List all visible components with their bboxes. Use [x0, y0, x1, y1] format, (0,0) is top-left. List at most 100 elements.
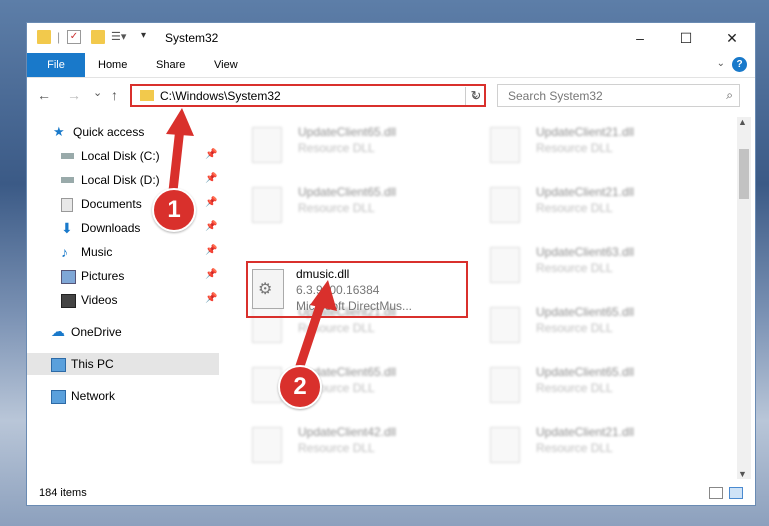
sidebar-item-label: This PC	[71, 357, 114, 371]
file-list: UpdateClient65.dll Resource DLL UpdateCl…	[221, 115, 737, 483]
sidebar-item-label: Videos	[81, 293, 118, 307]
pin-icon[interactable]: 📌	[205, 269, 217, 280]
pin-icon[interactable]: 📌	[205, 149, 217, 160]
file-description: Resource DLL	[536, 321, 613, 335]
sidebar-item-label: Quick access	[73, 125, 145, 139]
list-item[interactable]: UpdateClient65.dll Resource DLL	[246, 121, 466, 169]
list-item[interactable]: UpdateClient21.dll Resource DLL	[484, 421, 704, 469]
folder-icon	[140, 90, 154, 101]
dll-file-icon	[252, 427, 282, 463]
file-description: Resource DLL	[536, 441, 613, 455]
gear-icon: ⚙	[258, 281, 273, 298]
forward-button[interactable]: →	[67, 87, 81, 103]
documents-icon	[61, 198, 73, 212]
dll-file-icon	[252, 187, 282, 223]
list-item[interactable]: UpdateClient21.dll Resource DLL	[484, 181, 704, 229]
sidebar-item-label: Network	[71, 389, 116, 403]
new-folder-icon[interactable]	[91, 30, 105, 44]
tab-share[interactable]: Share	[147, 53, 194, 77]
list-item[interactable]: UpdateClient21.dll Resource DLL	[484, 121, 704, 169]
dll-file-icon	[490, 187, 520, 223]
sidebar-item-label: Pictures	[81, 269, 125, 283]
sidebar-item-label: Downloads	[81, 221, 141, 235]
search-icon: ⌕	[726, 88, 733, 102]
up-button[interactable]: ↑	[111, 87, 118, 103]
pin-icon[interactable]: 📌	[205, 221, 217, 232]
ribbon-expand-icon[interactable]: ⌄	[717, 58, 725, 69]
minimize-button[interactable]: –	[617, 23, 663, 53]
folder-icon	[37, 30, 51, 44]
file-name: UpdateClient42.dll	[298, 425, 397, 439]
back-button[interactable]: ←	[37, 87, 51, 103]
address-bar[interactable]: C:\Windows\System32 ⌄	[130, 84, 486, 107]
search-input[interactable]: Search System32 ⌕	[497, 84, 740, 107]
file-description: Microsoft DirectMus...	[296, 299, 413, 313]
downloads-icon: ⬇	[61, 220, 73, 236]
sidebar-item-label: Documents	[81, 197, 142, 211]
title-bar: | ✓ ☰▾ ▾ System32 – ☐ ✕	[27, 23, 755, 53]
music-icon: ♪	[61, 244, 68, 260]
sidebar-item-label: Local Disk (D:)	[81, 173, 160, 187]
close-button[interactable]: ✕	[709, 23, 755, 53]
file-description: Resource DLL	[536, 201, 613, 215]
list-item[interactable]: UpdateClient65.dll Resource DLL	[246, 181, 466, 229]
tab-file[interactable]: File	[27, 53, 85, 77]
callout-step-1: 1	[152, 188, 196, 232]
properties-icon[interactable]: ✓	[67, 30, 81, 44]
highlighted-file-dmusic[interactable]: ⚙ dmusic.dll 6.3.9600.16384 Microsoft Di…	[246, 261, 468, 318]
tab-home[interactable]: Home	[89, 53, 136, 77]
scroll-down-icon[interactable]: ▼	[738, 469, 747, 479]
drive-icon	[61, 153, 74, 159]
customize-toolbar-icon[interactable]: ☰▾	[111, 30, 131, 44]
maximize-button[interactable]: ☐	[663, 23, 709, 53]
list-item[interactable]: UpdateClient42.dll Resource DLL	[246, 421, 466, 469]
address-path: C:\Windows\System32	[160, 89, 281, 103]
scroll-up-icon[interactable]: ▲	[738, 117, 747, 127]
list-item[interactable]: UpdateClient63.dll Resource DLL	[484, 241, 704, 289]
vertical-scrollbar[interactable]: ▲ ▼	[737, 117, 751, 479]
sidebar-item-label: Local Disk (C:)	[81, 149, 160, 163]
pin-icon[interactable]: 📌	[205, 245, 217, 256]
details-view-icon[interactable]	[709, 487, 723, 499]
callout-step-2: 2	[278, 365, 322, 409]
file-description: Resource DLL	[298, 201, 375, 215]
navigation-pane: ★ Quick access Local Disk (C:) 📌 Local D…	[27, 115, 221, 475]
file-name: UpdateClient65.dll	[536, 305, 635, 319]
file-description: Resource DLL	[536, 381, 613, 395]
refresh-button[interactable]: ↻	[465, 87, 486, 105]
dll-file-icon	[490, 367, 520, 403]
scrollbar-thumb[interactable]	[739, 149, 749, 199]
dropdown-icon[interactable]: ▾	[141, 30, 155, 44]
dll-file-icon	[490, 127, 520, 163]
file-name: dmusic.dll	[296, 267, 350, 281]
videos-icon	[61, 294, 76, 308]
file-name: UpdateClient21.dll	[536, 425, 635, 439]
pin-icon[interactable]: 📌	[205, 293, 217, 304]
star-icon: ★	[53, 124, 65, 139]
file-description: Resource DLL	[536, 141, 613, 155]
file-version: 6.3.9600.16384	[296, 283, 380, 297]
status-bar: 184 items	[27, 481, 755, 505]
large-icons-view-icon[interactable]	[729, 487, 743, 499]
list-item[interactable]: UpdateClient65.dll Resource DLL	[484, 301, 704, 349]
drive-icon	[61, 177, 74, 183]
file-description: Resource DLL	[298, 321, 375, 335]
file-name: UpdateClient65.dll	[298, 185, 397, 199]
dll-file-icon	[490, 307, 520, 343]
explorer-window: | ✓ ☰▾ ▾ System32 – ☐ ✕ File Home Share …	[26, 22, 756, 506]
computer-icon	[51, 358, 66, 372]
file-name: UpdateClient65.dll	[536, 365, 635, 379]
dll-file-icon	[490, 427, 520, 463]
cloud-icon: ☁	[51, 323, 65, 339]
pin-icon[interactable]: 📌	[205, 197, 217, 208]
file-description: Resource DLL	[298, 141, 375, 155]
list-item[interactable]: UpdateClient65.dll Resource DLL	[484, 361, 704, 409]
tab-view[interactable]: View	[205, 53, 247, 77]
recent-locations-button[interactable]: ⌄	[93, 86, 102, 99]
ribbon: File Home Share View ⌄ ?	[27, 53, 755, 78]
pictures-icon	[61, 270, 76, 284]
help-icon[interactable]: ?	[732, 57, 747, 72]
sidebar-item-label: OneDrive	[71, 325, 122, 339]
file-description: Resource DLL	[298, 441, 375, 455]
pin-icon[interactable]: 📌	[205, 173, 217, 184]
